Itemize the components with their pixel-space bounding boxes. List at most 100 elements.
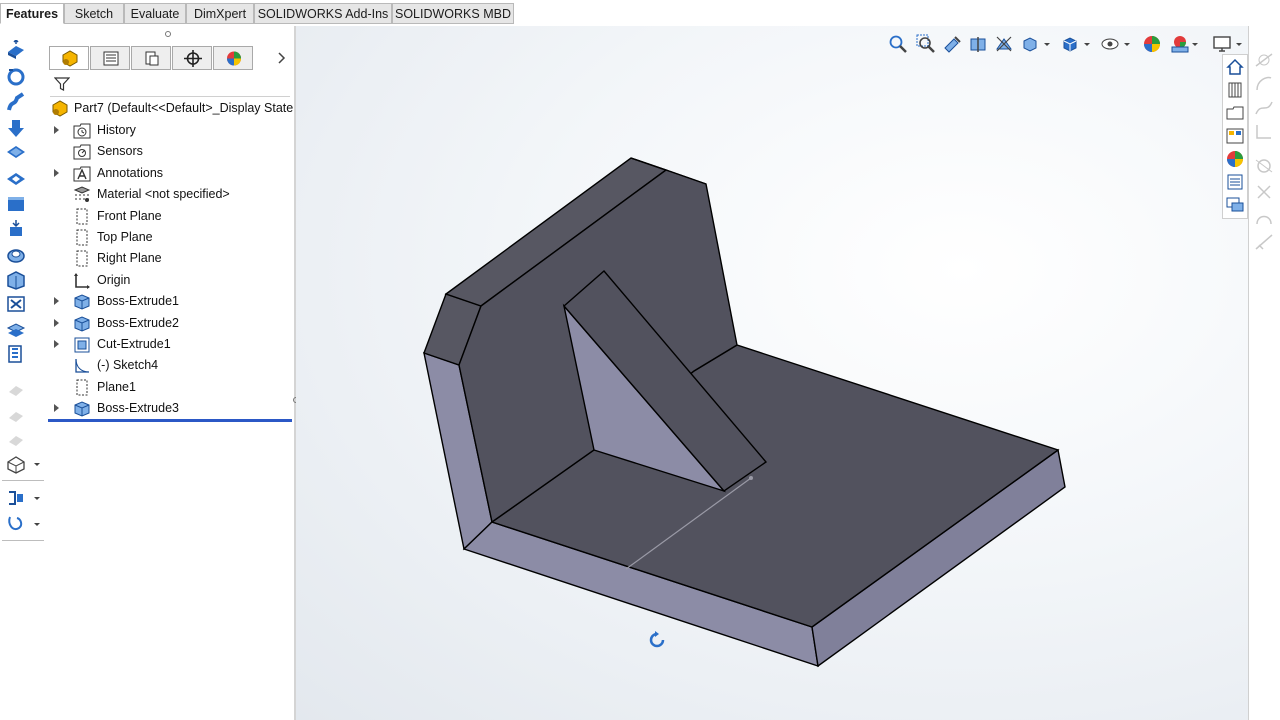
- chevron-down-icon[interactable]: [1234, 34, 1244, 54]
- rib-icon[interactable]: [5, 320, 27, 340]
- hide-show-items-icon[interactable]: [1100, 34, 1120, 54]
- chevron-down-icon[interactable]: [32, 488, 42, 508]
- sketch-point[interactable]: [749, 476, 753, 480]
- curves-icon[interactable]: [5, 488, 27, 508]
- swept-boss-icon[interactable]: [5, 92, 27, 112]
- intersect-icon: [9, 412, 23, 422]
- hole-wizard-icon[interactable]: [5, 194, 27, 214]
- expand-arrow-icon[interactable]: [54, 126, 59, 134]
- view-orientation-icon[interactable]: [1020, 34, 1040, 54]
- instant3d-icon[interactable]: [5, 514, 27, 534]
- boss-extrude-icon: [74, 401, 90, 417]
- previous-view-icon[interactable]: [942, 34, 962, 54]
- reference-geometry-icon[interactable]: [5, 454, 27, 474]
- tree-item-sensors[interactable]: Sensors: [46, 141, 295, 162]
- tree-item-top-plane[interactable]: Top Plane: [46, 227, 295, 248]
- tab-dimxpert-manager[interactable]: [172, 46, 212, 70]
- tab-display-manager[interactable]: [213, 46, 253, 70]
- swept-cut-icon[interactable]: [5, 244, 27, 264]
- view-palette-icon[interactable]: [1225, 126, 1245, 146]
- chevron-down-icon[interactable]: [1190, 34, 1200, 54]
- panel-grip-icon[interactable]: [164, 30, 172, 38]
- graphics-area[interactable]: Z: [296, 26, 1248, 720]
- sketch-icon: [75, 359, 90, 374]
- tab-configuration-manager[interactable]: [131, 46, 171, 70]
- tree-item-plane1[interactable]: Plane1: [46, 377, 295, 398]
- tree-filter[interactable]: [50, 74, 290, 97]
- file-explorer-icon[interactable]: [1225, 103, 1245, 123]
- part-icon: [52, 100, 68, 117]
- expand-arrow-icon[interactable]: [54, 318, 59, 327]
- arc-tool-icon: [1256, 76, 1272, 91]
- tree-item-material-not-specified[interactable]: Material <not specified>: [46, 184, 295, 205]
- draft-icon[interactable]: [5, 344, 27, 364]
- forum-icon[interactable]: [1225, 195, 1245, 215]
- tab-dimxpert[interactable]: DimXpert: [186, 3, 254, 24]
- cut-extrude-icon: [74, 337, 90, 353]
- fillet-icon[interactable]: [5, 270, 27, 290]
- appearances-icon[interactable]: [1225, 149, 1245, 169]
- extruded-boss-icon[interactable]: [5, 40, 27, 60]
- 3d-model[interactable]: [296, 26, 1248, 720]
- expand-arrow-icon[interactable]: [54, 168, 59, 177]
- trim-tool-icon: [1255, 159, 1273, 173]
- tree-item-label: History: [97, 123, 136, 137]
- boundary-boss-icon[interactable]: [5, 142, 27, 162]
- tab-features[interactable]: Features: [0, 3, 64, 24]
- tab-feature-manager[interactable]: [49, 46, 89, 70]
- tree-item-annotations[interactable]: Annotations: [46, 163, 295, 184]
- zoom-to-area-icon[interactable]: [916, 34, 936, 54]
- chevron-down-icon[interactable]: [1042, 34, 1052, 54]
- dynamic-annotation-views-icon[interactable]: [994, 34, 1014, 54]
- tree-root-part[interactable]: Part7 (Default<<Default>_Display State: [46, 98, 295, 119]
- plane-icon: [76, 379, 88, 396]
- filter-icon[interactable]: [54, 76, 70, 92]
- design-library-icon[interactable]: [1225, 80, 1245, 100]
- view-settings-icon[interactable]: [1212, 34, 1232, 54]
- tree-item-boss-extrude2[interactable]: Boss-Extrude2: [46, 313, 295, 334]
- expand-arrow-icon[interactable]: [54, 404, 59, 413]
- revolved-cut-icon[interactable]: [5, 218, 27, 238]
- home-icon[interactable]: [1225, 57, 1245, 77]
- chevron-down-icon[interactable]: [1122, 34, 1132, 54]
- history-folder-icon: [73, 123, 91, 139]
- apply-scene-icon[interactable]: [1170, 34, 1190, 54]
- lofted-boss-icon[interactable]: [5, 118, 27, 138]
- expand-arrow-icon[interactable]: [54, 340, 59, 348]
- tab-evaluate[interactable]: Evaluate: [124, 3, 186, 24]
- heads-up-view-toolbar: [882, 34, 1248, 56]
- chevron-right-icon[interactable]: [277, 52, 287, 64]
- linear-pattern-icon[interactable]: [5, 294, 27, 314]
- display-style-icon[interactable]: [1060, 34, 1080, 54]
- zoom-to-fit-icon[interactable]: [888, 34, 908, 54]
- plane-icon: [76, 229, 88, 246]
- chevron-down-icon[interactable]: [32, 514, 42, 534]
- tree-item-origin[interactable]: Origin: [46, 270, 295, 291]
- tab-solidworks-add-ins[interactable]: SOLIDWORKS Add-Ins: [254, 3, 392, 24]
- boss-extrude-icon: [74, 294, 90, 310]
- tree-item-cut-extrude1[interactable]: Cut-Extrude1: [46, 334, 295, 355]
- revolved-boss-icon[interactable]: [5, 66, 27, 86]
- tab-property-manager[interactable]: [90, 46, 130, 70]
- chevron-down-icon[interactable]: [1082, 34, 1092, 54]
- convert-tool-icon: [1257, 185, 1271, 199]
- expand-arrow-icon[interactable]: [54, 297, 59, 306]
- feature-manager-panel: Part7 (Default<<Default>_Display State H…: [46, 26, 295, 720]
- tree-item-boss-extrude1[interactable]: Boss-Extrude1: [46, 291, 295, 312]
- tree-item-history[interactable]: History: [46, 120, 295, 141]
- tree-item-front-plane[interactable]: Front Plane: [46, 206, 295, 227]
- chevron-down-icon[interactable]: [32, 454, 42, 474]
- tree-item-sketch4[interactable]: (-) Sketch4: [46, 355, 295, 376]
- corner-tool-icon: [1256, 125, 1271, 139]
- edit-appearance-icon[interactable]: [1142, 34, 1162, 54]
- rollback-bar[interactable]: [48, 419, 292, 422]
- tree-item-right-plane[interactable]: Right Plane: [46, 248, 295, 269]
- tree-item-label: Annotations: [97, 165, 164, 180]
- tree-item-boss-extrude3[interactable]: Boss-Extrude3: [46, 398, 295, 419]
- custom-properties-icon[interactable]: [1225, 172, 1245, 192]
- material-icon: [73, 186, 91, 203]
- section-view-icon[interactable]: [968, 34, 988, 54]
- tab-solidworks-mbd[interactable]: SOLIDWORKS MBD: [392, 3, 514, 24]
- tab-sketch[interactable]: Sketch: [64, 3, 124, 24]
- extruded-cut-icon[interactable]: [5, 168, 27, 188]
